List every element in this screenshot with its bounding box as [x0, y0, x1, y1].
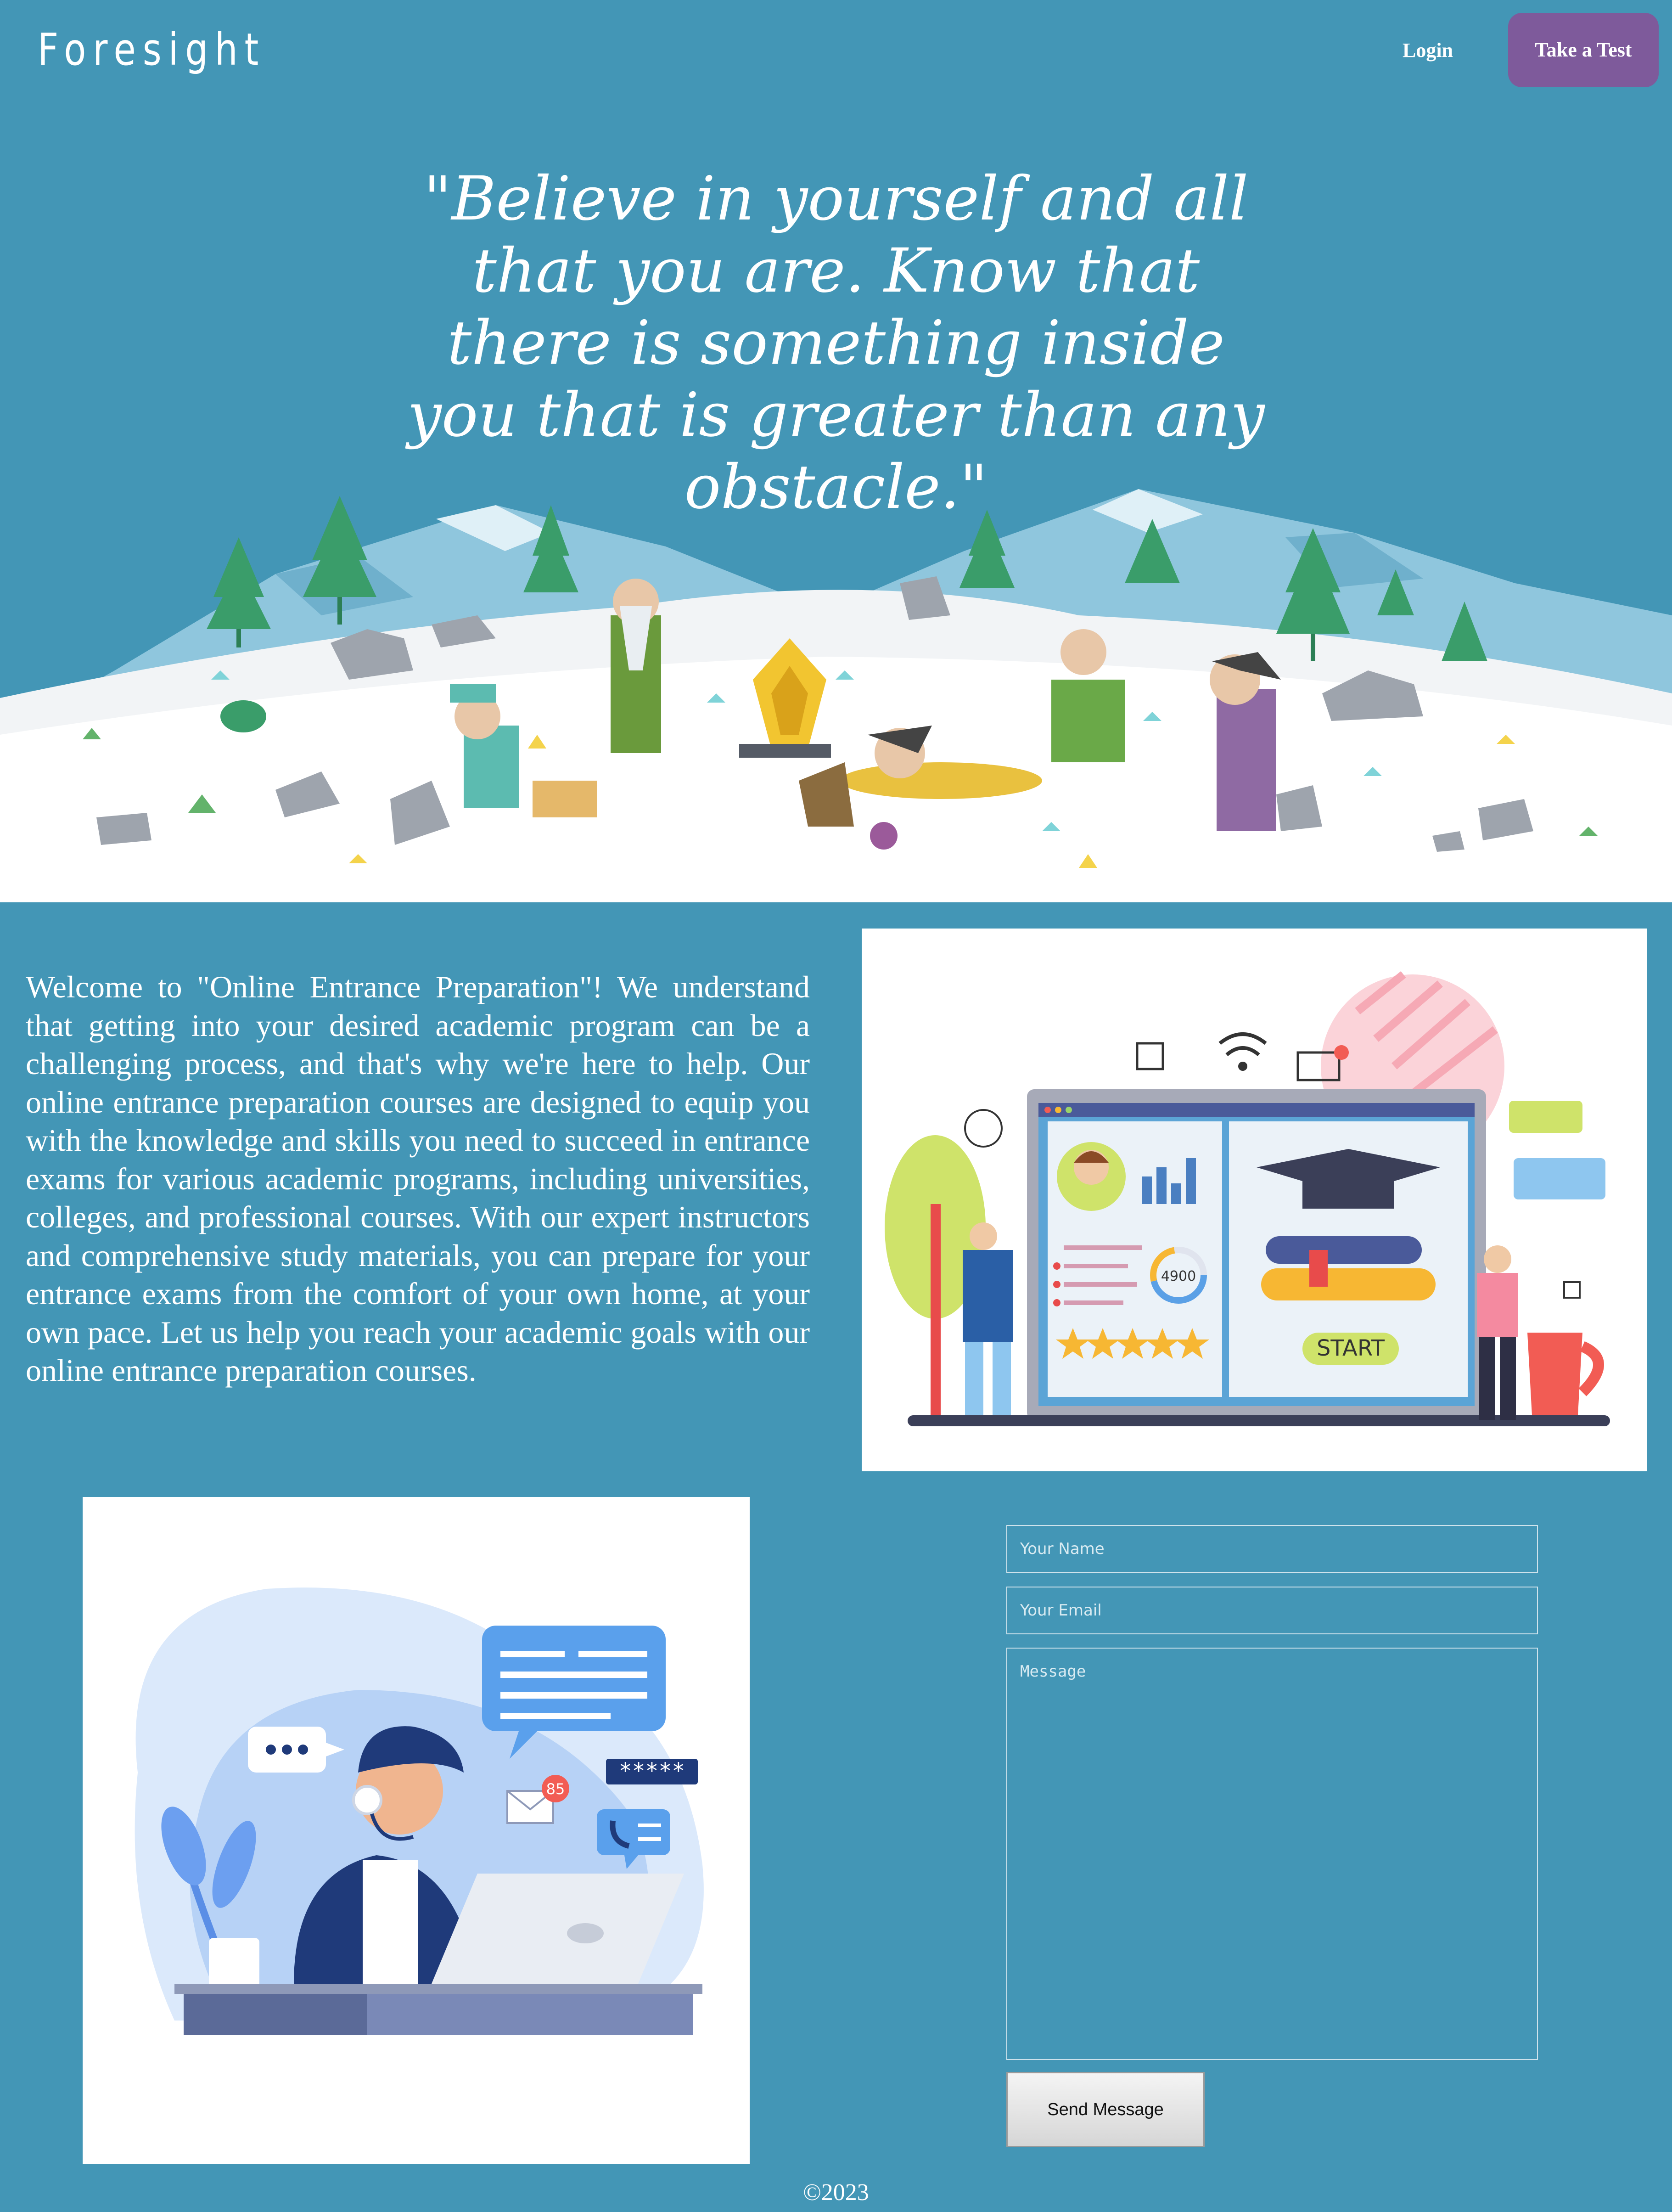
notification-count: 85: [546, 1780, 565, 1798]
start-label: START: [1317, 1335, 1385, 1361]
name-input[interactable]: [1006, 1525, 1538, 1573]
login-link[interactable]: Login: [1382, 36, 1474, 65]
send-message-button[interactable]: Send Message: [1006, 2072, 1205, 2147]
course-illustration: 4900 START: [885, 971, 1610, 1426]
message-textarea[interactable]: [1006, 1648, 1538, 2060]
intro-text: Welcome to "Online Entrance Preparation"…: [26, 969, 810, 1388]
take-a-test-button[interactable]: Take a Test: [1508, 13, 1659, 87]
course-illustration-card: 4900 START: [862, 929, 1647, 1471]
hero-illustration: [0, 489, 1672, 902]
password-mask: *****: [619, 1758, 685, 1784]
score-badge: 4900: [1161, 1268, 1196, 1284]
support-illustration: 85 *****: [135, 1587, 704, 2035]
email-input[interactable]: [1006, 1587, 1538, 1634]
footer-copyright: ©2023: [803, 2179, 869, 2206]
navbar: Foresight Login Take a Test: [0, 0, 1672, 106]
brand-logo[interactable]: Foresight: [38, 24, 265, 75]
hero-quote: "Believe in yourself and all that you ar…: [407, 163, 1265, 523]
support-illustration-card: 85 *****: [83, 1497, 750, 2164]
